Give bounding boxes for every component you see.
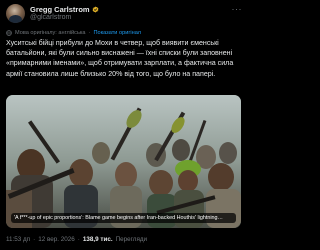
author-handle[interactable]: @glcarlstrom (30, 14, 71, 21)
footer-separator-2: · (77, 235, 80, 243)
tweet-card: Gregg Carlstrom @glcarlstrom ··· Мова ор… (0, 0, 249, 250)
globe-icon (6, 29, 12, 36)
avatar[interactable] (6, 4, 25, 23)
verified-badge-icon (92, 5, 98, 13)
views-label: Перегляди (115, 235, 148, 243)
show-original-link[interactable]: Показати оригінал (93, 30, 141, 36)
tweet-time[interactable]: 11:53 дп (6, 236, 30, 243)
more-horizontal-icon[interactable]: ··· (232, 4, 243, 14)
media-caption: 'A f***-up of epic proportions': Blame g… (11, 213, 236, 223)
translation-label: Мова оригіналу: англійська (15, 29, 86, 36)
translation-note: Мова оригіналу: англійська · Показати ор… (6, 28, 141, 37)
tweet-header: Gregg Carlstrom @glcarlstrom ··· (6, 4, 242, 24)
translation-separator: · (88, 29, 91, 36)
tweet-media[interactable]: 'A f***-up of epic proportions': Blame g… (6, 95, 241, 228)
footer-separator: · (33, 235, 36, 243)
author-name-line: Gregg Carlstrom (30, 4, 99, 14)
tweet-date[interactable]: 12 вер. 2026 (38, 236, 75, 243)
tweet-text: Хуситські бійці прибули до Мохи в четвер… (6, 39, 234, 78)
views-count[interactable]: 138,9 тис. (83, 236, 113, 243)
author-display-name[interactable]: Gregg Carlstrom (30, 5, 90, 14)
tweet-footer: 11:53 дп · 12 вер. 2026 · 138,9 тис. Пер… (6, 234, 147, 244)
fighters-photo (6, 95, 241, 228)
